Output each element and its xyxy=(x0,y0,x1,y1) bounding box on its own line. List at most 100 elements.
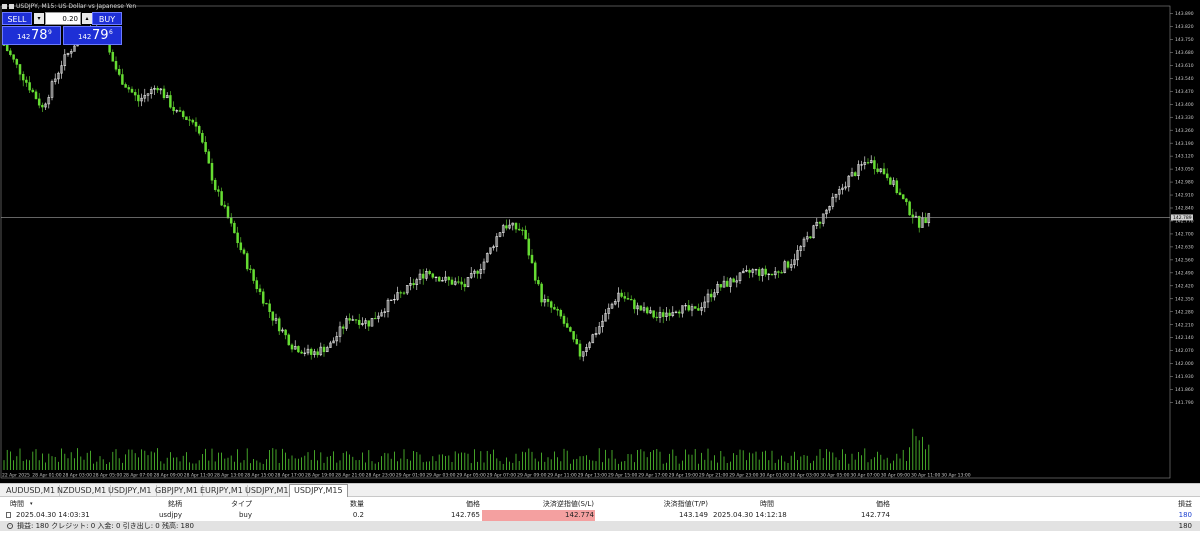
candle-body xyxy=(137,94,140,102)
table-header: 時間 ▾ 銘柄 タイプ 数量 価格 決済逆指値(S/L) 決済指値(T/P) 時… xyxy=(0,499,1200,510)
tab-usdjpy-m15-active[interactable]: USDJPY,M15 xyxy=(289,484,348,498)
candle-body xyxy=(402,292,406,294)
chart-canvas[interactable]: 143.890 143.820 143.750 143.680 143.610 143.5… xyxy=(0,0,1200,483)
candle-body xyxy=(213,179,217,190)
candle-body xyxy=(447,276,451,281)
price-tick-label: 143.890 xyxy=(1175,11,1194,17)
position-icon xyxy=(6,512,11,518)
price-tick-label: 143.120 xyxy=(1175,154,1194,160)
candle-body xyxy=(114,61,118,70)
candle-body xyxy=(284,329,287,336)
bid-price-box[interactable]: 142 78 9 xyxy=(2,26,61,45)
time-tick-label: 29 Apr 21:00 xyxy=(699,473,728,479)
candle-body xyxy=(290,344,294,350)
time-tick-label: 29 Apr 11:00 xyxy=(547,473,576,479)
candle-body xyxy=(268,303,271,312)
price-tick-label: 142.070 xyxy=(1175,348,1194,354)
balance-expand-icon[interactable]: · xyxy=(7,523,13,529)
chart-type-icon[interactable] xyxy=(9,4,14,9)
mt4-terminal: 143.890 143.820 143.750 143.680 143.610 143.5… xyxy=(0,0,1200,543)
time-tick-label: 28 Apr 05:00 xyxy=(93,473,122,479)
col-sl[interactable]: 決済逆指値(S/L) xyxy=(520,499,594,510)
candle-body xyxy=(898,192,902,195)
price-tick-label: 142.000 xyxy=(1175,361,1194,367)
candle-body xyxy=(882,168,886,175)
candle-body xyxy=(226,206,230,219)
col-type[interactable]: タイプ xyxy=(220,499,252,510)
cell-profit: 180 xyxy=(1178,511,1192,519)
tab-usdjpy-m1[interactable]: USDJPY,M1 xyxy=(104,485,157,497)
price-tick-label: 143.400 xyxy=(1175,102,1194,108)
candle-body xyxy=(201,133,204,143)
time-tick-label: 29 Apr 09:00 xyxy=(517,473,546,479)
candle-body xyxy=(2,44,6,46)
candle-body xyxy=(229,217,233,224)
terminal-trade-table: 時間 ▾ 銘柄 タイプ 数量 価格 決済逆指値(S/L) 決済指値(T/P) 時… xyxy=(0,497,1200,543)
price-chart[interactable]: 143.890 143.820 143.750 143.680 143.610 143.5… xyxy=(0,0,1200,483)
candle-body xyxy=(223,204,227,207)
candle-body xyxy=(709,293,713,298)
candle-body xyxy=(31,89,35,93)
price-tick-label: 143.540 xyxy=(1175,76,1194,82)
cell-close-price: 142.774 xyxy=(861,511,890,519)
candle-body xyxy=(197,126,201,134)
chart-menu-icon[interactable] xyxy=(2,4,7,9)
bid-big-figure: 142 xyxy=(17,33,31,41)
time-tick-label: 29 Apr 17:00 xyxy=(638,473,667,479)
candle-body xyxy=(34,91,38,100)
tab-audusd-m1[interactable]: AUDUSD,M1 xyxy=(2,485,61,497)
lot-size-input[interactable] xyxy=(45,12,81,25)
price-tick-label: 142.910 xyxy=(1175,193,1194,199)
price-tick-label: 143.820 xyxy=(1175,24,1194,30)
lot-decrease-icon[interactable]: ▾ xyxy=(34,13,44,24)
candle-body xyxy=(111,51,115,62)
price-tick-label: 142.420 xyxy=(1175,283,1194,289)
candle-body xyxy=(757,269,761,276)
candle-body xyxy=(341,326,345,329)
lot-increase-icon[interactable]: ▴ xyxy=(82,13,92,24)
candle-body xyxy=(905,198,908,203)
cell-sl[interactable]: 142.774 xyxy=(520,510,594,521)
table-row[interactable]: 2025.04.30 14:03:31 usdjpy buy 0.2 142.7… xyxy=(0,510,1200,521)
candle-body xyxy=(572,331,575,340)
time-tick-label: 29 Apr 05:00 xyxy=(457,473,486,479)
candle-body xyxy=(191,119,195,123)
candle-body xyxy=(133,92,137,96)
candle-body xyxy=(546,299,550,302)
ask-fraction: 6 xyxy=(109,29,113,36)
col-symbol[interactable]: 銘柄 xyxy=(150,499,182,510)
candle-body xyxy=(162,88,166,99)
cell-tp[interactable]: 143.149 xyxy=(640,510,708,521)
col-close-time[interactable]: 時間 xyxy=(740,499,774,510)
col-close-price[interactable]: 価格 xyxy=(850,499,890,510)
chart-title-text: USDJPY, M15: US Dollar vs Japanese Yen xyxy=(16,3,137,10)
candle-body xyxy=(725,280,729,287)
candle-body xyxy=(37,98,41,106)
cell-price: 142.765 xyxy=(451,511,480,519)
sell-button[interactable]: SELL xyxy=(2,12,32,25)
candle-body xyxy=(12,54,15,60)
col-time[interactable]: 時間 xyxy=(10,499,24,510)
time-tick-label: 29 Apr 23:00 xyxy=(729,473,758,479)
col-profit[interactable]: 損益 xyxy=(1150,499,1192,510)
candle-body xyxy=(41,104,44,108)
candle-body xyxy=(233,222,236,234)
time-tick-label: 28 Apr 09:00 xyxy=(154,473,183,479)
tab-nzdusd-m1[interactable]: NZDUSD,M1 xyxy=(53,485,112,497)
buy-button[interactable]: BUY xyxy=(92,12,122,25)
col-volume[interactable]: 数量 xyxy=(330,499,364,510)
bid-pips: 78 xyxy=(31,28,48,43)
time-tick-label: 30 Apr 03:00 xyxy=(790,473,819,479)
ask-price-box[interactable]: 142 79 6 xyxy=(63,26,122,45)
candle-body xyxy=(117,69,121,75)
candle-body xyxy=(5,44,9,52)
col-tp[interactable]: 決済指値(T/P) xyxy=(640,499,708,510)
candle-body xyxy=(463,283,467,287)
candle-body xyxy=(873,160,876,170)
candle-body xyxy=(194,121,198,127)
price-tick-label: 142.840 xyxy=(1175,206,1194,212)
candle-body xyxy=(124,84,127,88)
col-price[interactable]: 価格 xyxy=(440,499,480,510)
time-tick-label: 30 Apr 09:00 xyxy=(881,473,910,479)
candle-body xyxy=(21,74,25,81)
